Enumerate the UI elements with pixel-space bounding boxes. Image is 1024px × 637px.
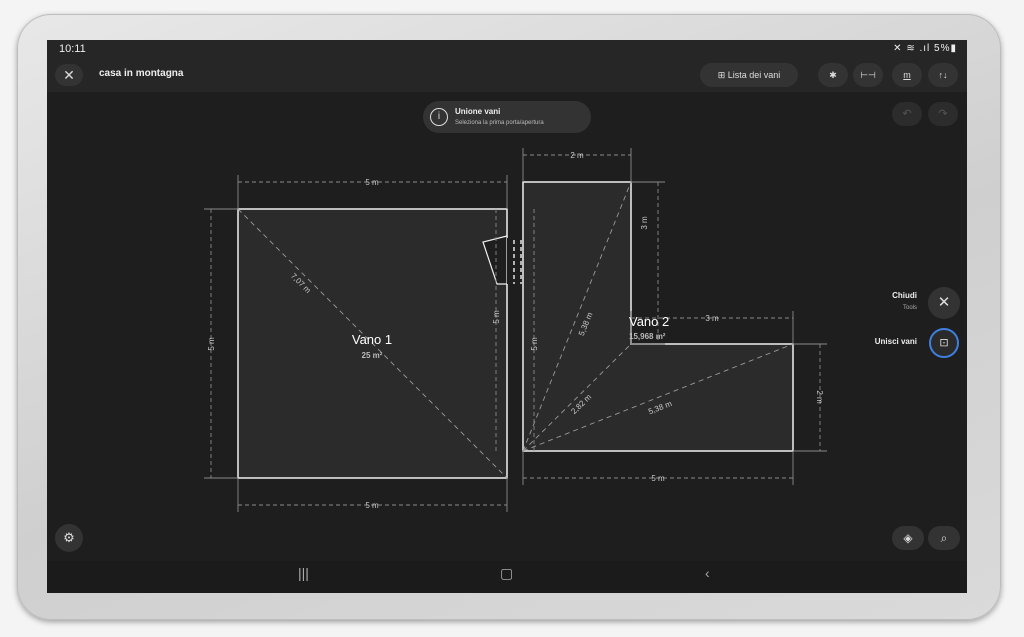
dim-r2-upper-right: 3 m (640, 216, 649, 230)
room-2-area: 15,968 m² (629, 332, 666, 341)
dim-r2-top: 2 m (570, 151, 584, 160)
close-tools-label: Chiudi (892, 291, 917, 300)
dim-r1-right: 5 m (492, 310, 501, 324)
back-icon[interactable]: ‹ (705, 565, 710, 581)
system-nav-bar: ||| ▢ ‹ (47, 561, 967, 593)
dim-r1-left: 5 m (207, 337, 216, 351)
recent-apps-icon[interactable]: ||| (298, 565, 309, 581)
home-icon[interactable]: ▢ (500, 565, 513, 582)
merge-rooms-label: Unisci vani (874, 337, 917, 346)
dim-r2-left: 5 m (530, 337, 539, 351)
merge-rooms-button[interactable]: ⊡ (929, 328, 959, 358)
dim-r1-top: 5 m (365, 178, 379, 187)
search-icon: ⌕ (940, 531, 948, 545)
room-1-name: Vano 1 (352, 332, 392, 347)
room-2-name: Vano 2 (629, 314, 669, 329)
layers-button[interactable]: ◈ (892, 526, 924, 550)
close-icon: ✕ (937, 294, 951, 311)
close-tools-sublabel: Tools (902, 305, 917, 311)
close-tools-button[interactable]: ✕ (928, 287, 960, 319)
floor-plan: Vano 1 25 m² Vano 2 15,968 m² 5 m 5 m 5 … (204, 148, 827, 512)
room-1-area: 25 m² (362, 351, 383, 360)
settings-button[interactable]: ⚙ (55, 524, 83, 552)
merge-icon: ⊡ (939, 337, 949, 349)
gear-icon: ⚙ (63, 530, 75, 545)
dim-r2-right: 2 m (815, 390, 824, 404)
dim-r2-bottom: 5 m (651, 474, 665, 483)
dim-r1-bottom: 5 m (365, 501, 379, 510)
layers-icon: ◈ (903, 531, 913, 545)
search-button[interactable]: ⌕ (928, 526, 960, 550)
dim-r2-step: 3 m (705, 314, 719, 323)
app-screen: 10:11 ✕ ≋ .ıl 5%▮ ✕ casa in montagna ⊞ L… (47, 40, 967, 593)
